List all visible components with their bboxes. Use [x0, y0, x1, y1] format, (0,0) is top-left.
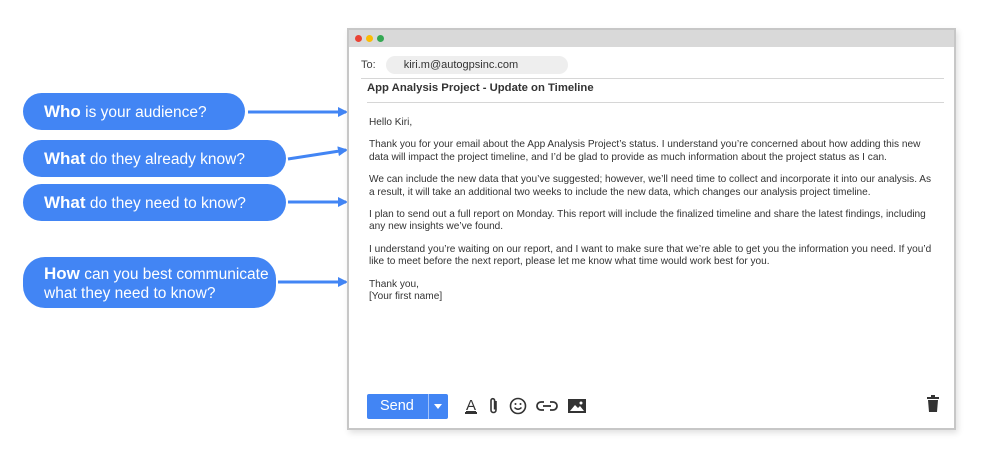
window-titlebar [349, 30, 954, 47]
compose-toolbar: Send A [367, 393, 940, 419]
to-label: To: [361, 59, 376, 71]
chevron-down-icon [434, 403, 443, 409]
subject-line[interactable]: App Analysis Project - Update on Timelin… [367, 82, 944, 103]
maximize-window-dot[interactable] [377, 35, 384, 42]
greeting: Hello Kiri, [369, 117, 413, 128]
closing-signature: Thank you, [Your first name] [369, 278, 443, 303]
body-paragraph: Thank you for your email about the App A… [369, 139, 921, 163]
email-body[interactable]: Hello Kiri, Thank you for your email abo… [369, 117, 939, 313]
minimize-window-dot[interactable] [366, 35, 373, 42]
send-label: Send [380, 398, 414, 414]
arrow-what-know [287, 146, 348, 161]
body-paragraph: We can include the new data that you’ve … [369, 174, 932, 198]
recipient-row: To: kiri.m@autogpsinc.com [361, 54, 944, 79]
attach-icon[interactable] [487, 397, 501, 415]
recipient-chip[interactable]: kiri.m@autogpsinc.com [385, 56, 569, 74]
link-icon[interactable] [535, 397, 559, 415]
body-paragraph: I plan to send out a full report on Mond… [369, 209, 926, 233]
send-options-caret[interactable] [427, 393, 448, 419]
close-window-dot[interactable] [355, 35, 362, 42]
svg-text:A: A [466, 397, 476, 414]
emoji-icon[interactable] [509, 397, 527, 415]
body-paragraph: I understand you’re waiting on our repor… [369, 243, 932, 268]
image-icon[interactable] [567, 397, 587, 415]
send-button[interactable]: Send [367, 393, 448, 419]
email-compose-window: To: kiri.m@autogpsinc.com App Analysis P… [347, 28, 956, 430]
format-text-icon[interactable]: A [463, 397, 479, 415]
trash-icon[interactable] [926, 394, 940, 418]
